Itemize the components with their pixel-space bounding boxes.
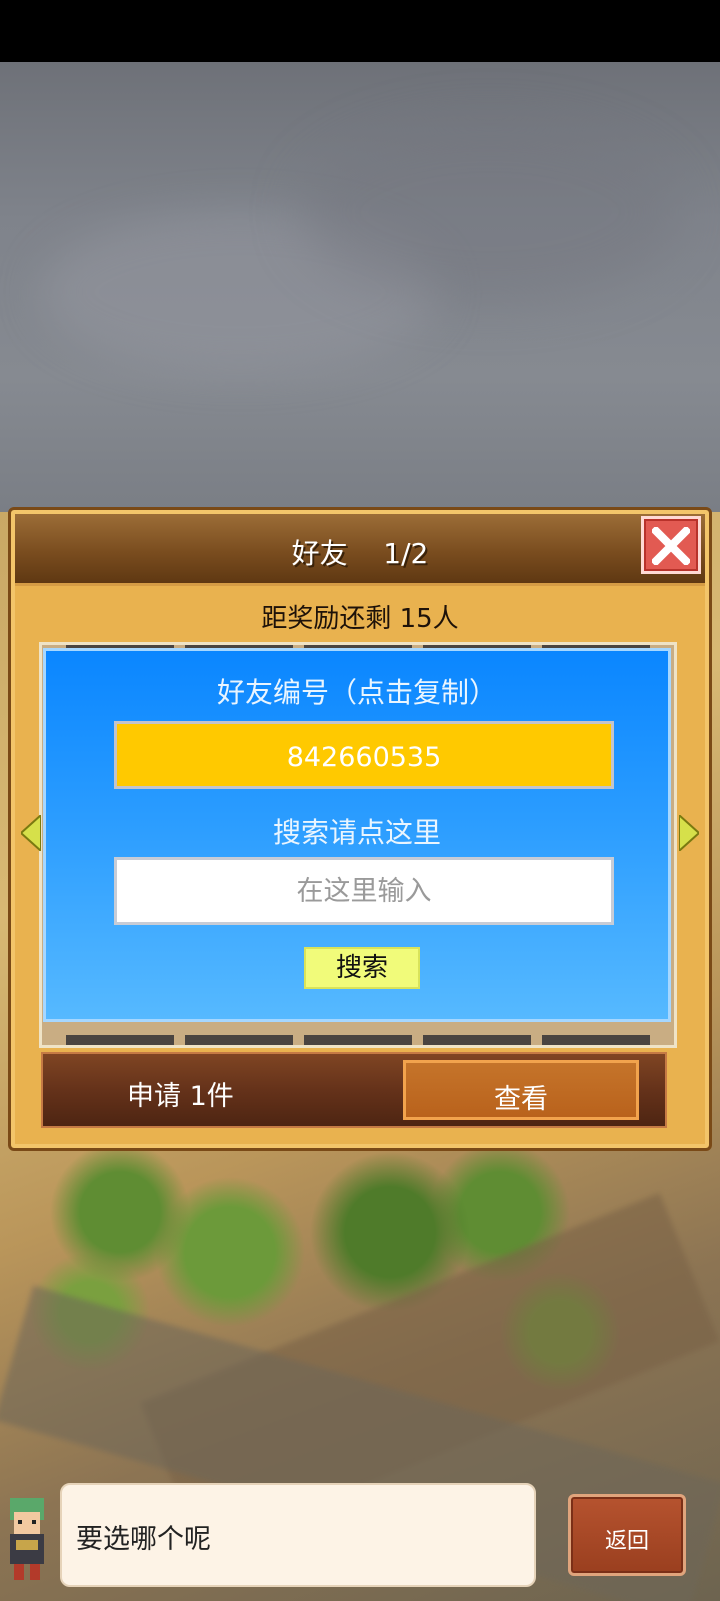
- frame-tick: [304, 1035, 412, 1045]
- dialog-message: 要选哪个呢: [76, 1524, 211, 1555]
- back-button-label: 返回: [604, 1529, 649, 1554]
- friend-code-box[interactable]: 842660535: [114, 721, 614, 789]
- friend-code-value: 842660535: [286, 742, 442, 773]
- search-label: 搜索请点这里: [272, 816, 441, 849]
- panel-title-text: 好友: [291, 537, 348, 570]
- sky-background: [0, 62, 720, 512]
- view-button-label: 查看: [494, 1084, 548, 1115]
- reward-remaining-text: 距奖励还剩 15人: [261, 604, 459, 634]
- applications-bar: 申请 1件 查看: [41, 1052, 667, 1128]
- frame-tick: [185, 1035, 293, 1045]
- close-icon: [652, 527, 690, 565]
- applications-count: 申请 1件: [127, 1081, 234, 1112]
- search-button[interactable]: 搜索: [304, 947, 420, 989]
- friends-panel: 好友 1/2 距奖励还剩 15人 好友编号（点击复制） 842660535 搜索…: [8, 507, 712, 1151]
- arrow-left-icon[interactable]: [21, 815, 41, 851]
- friend-code-label[interactable]: 好友编号（点击复制）: [46, 671, 668, 711]
- close-button[interactable]: [641, 516, 701, 574]
- panel-header: 好友 1/2: [15, 514, 705, 586]
- frame-tick: [66, 1035, 174, 1045]
- arrow-right-icon[interactable]: [679, 815, 699, 851]
- view-button[interactable]: 查看: [403, 1060, 639, 1120]
- back-button[interactable]: 返回: [568, 1494, 686, 1576]
- cloud: [300, 122, 680, 302]
- search-input[interactable]: [114, 857, 614, 925]
- dialog-bubble: 要选哪个呢: [60, 1483, 536, 1587]
- panel-title: 好友 1/2: [15, 532, 705, 572]
- friend-code-panel: 好友编号（点击复制） 842660535 搜索请点这里 搜索: [43, 648, 671, 1022]
- character-avatar: [10, 1498, 44, 1580]
- frame-tick: [542, 1035, 650, 1045]
- frame-tick: [423, 1035, 531, 1045]
- page-indicator: 1/2: [383, 537, 429, 570]
- status-bar: [0, 0, 720, 62]
